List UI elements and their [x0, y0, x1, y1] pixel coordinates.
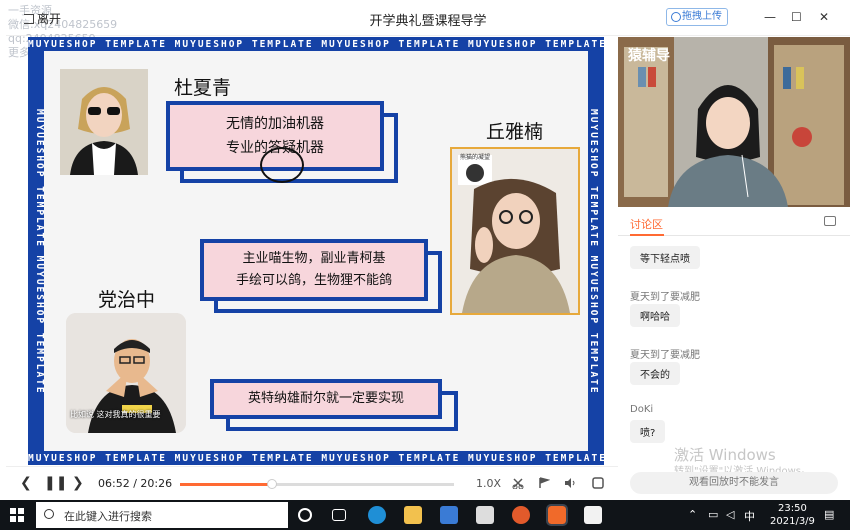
camera-feed: 猿辅导 [618, 37, 850, 207]
progress-track[interactable] [180, 479, 454, 489]
name-person-3: 党治中 [98, 289, 156, 311]
card-3-line-1: 英特纳雄耐尔就一定要实现 [247, 391, 404, 406]
active-app-icon[interactable] [546, 504, 568, 526]
progress-fill [180, 483, 273, 486]
chat-list[interactable]: 等下轻点喷 夏天到了要减肥 啊哈哈 夏天到了要减肥 不会的 DoKi 喷? [618, 236, 850, 464]
upload-label: 拖拽上传 [682, 11, 722, 22]
chat-input[interactable]: 观看回放时不能发言 [630, 472, 838, 494]
slide: MUYUESHOP TEMPLATE MUYUESHOP TEMPLATE MU… [28, 37, 607, 465]
volume-icon[interactable] [564, 477, 576, 489]
chat-settings-icon[interactable] [824, 216, 836, 226]
clock-date: 2021/3/9 [770, 516, 815, 527]
ime-indicator[interactable]: 中 [744, 508, 755, 524]
volume-tray-icon[interactable]: ◁ [726, 508, 734, 521]
maximize-button[interactable]: ☐ [791, 10, 802, 24]
tab-discussion[interactable]: 讨论区 [630, 216, 663, 232]
pause-icon[interactable]: ❚❚ [44, 475, 67, 491]
chat-bubble: 啊哈哈 [630, 304, 680, 327]
band-right-text: MUYUESHOP TEMPLATE MUYUESHOP TEMPLATE [588, 109, 599, 395]
card-2-line-2: 手绘可以鸽，生物狸不能鸽 [235, 273, 392, 288]
search-placeholder: 在此键入进行搜索 [64, 510, 152, 523]
app-icon[interactable] [584, 506, 602, 524]
total-time: 20:26 [140, 477, 173, 490]
previous-icon[interactable]: ❮ [20, 475, 32, 491]
notification-icon[interactable]: ▤ [824, 508, 834, 521]
chat-input-placeholder: 观看回放时不能发言 [689, 477, 779, 488]
chat-username: 夏天到了要减肥 [630, 350, 700, 361]
card-2: 主业喵生物，副业青柯基 手绘可以鸽，生物狸不能鸽 [200, 239, 428, 301]
camera-logo: 猿辅导 [628, 48, 670, 64]
close-button[interactable]: ✕ [819, 10, 829, 24]
windows-start-icon[interactable] [10, 508, 24, 522]
flag-icon[interactable] [538, 477, 550, 489]
app-window: 一手资源 微信:xq2404825659 qq:2404825659 更多课程请… [6, 0, 850, 500]
clock-time: 23:50 [778, 503, 807, 514]
edge-icon[interactable] [368, 506, 386, 524]
chat-bubble: 不会的 [630, 362, 680, 385]
minimize-button[interactable]: — [764, 10, 776, 24]
upload-button[interactable]: 拖拽上传 [666, 8, 728, 26]
slide-content: 杜夏青 无情的加油机器 专业的答疑机器 丘雅楠 熊猫的凝望 主业喵生物，副业青柯… [44, 51, 588, 451]
card-3: 英特纳雄耐尔就一定要实现 [210, 379, 442, 419]
clock[interactable]: 23:50 2021/3/9 [770, 502, 815, 528]
clip-icon[interactable] [512, 477, 524, 489]
card-2-line-1: 主业喵生物，副业青柯基 [242, 251, 386, 266]
time-display: 06:52 / 20:26 [98, 477, 172, 490]
upload-icon [671, 12, 681, 22]
name-person-1: 杜夏青 [174, 77, 232, 99]
card-1-line-1: 无情的加油机器 [226, 116, 324, 132]
photo-person-3: 比如说 这对我真的很重要 [66, 313, 186, 433]
band-bottom-text: MUYUESHOP TEMPLATE MUYUESHOP TEMPLATE MU… [28, 453, 607, 464]
network-icon[interactable]: ▭ [708, 508, 718, 521]
player-controls: ❮ ❚❚ ❯ 06:52 / 20:26 1.0X [6, 466, 618, 500]
time-separator: / [133, 477, 137, 490]
taskbar: 在此键入进行搜索 ⌃ ▭ ◁ 中 23:50 2021/3/9 ▤ [0, 500, 850, 530]
current-time: 06:52 [98, 477, 130, 490]
progress-knob[interactable] [267, 479, 278, 489]
chat-username: DoKi [630, 404, 654, 415]
sticker-caption: 熊猫的凝望 [460, 154, 491, 161]
title-bar: 一手资源 微信:xq2404825659 qq:2404825659 更多课程请… [6, 0, 850, 59]
chat-username: 夏天到了要减肥 [630, 292, 700, 303]
taskbar-search[interactable]: 在此键入进行搜索 [36, 502, 288, 528]
name-person-2: 丘雅楠 [486, 121, 544, 143]
chat-bubble: 等下轻点喷 [630, 246, 700, 269]
video-caption: 比如说 这对我真的很重要 [70, 410, 161, 419]
app-icon[interactable] [512, 506, 530, 524]
photo-person-1 [60, 69, 148, 175]
mail-icon[interactable] [476, 506, 494, 524]
photo-person-2: 熊猫的凝望 [450, 147, 580, 315]
task-view-icon[interactable] [332, 509, 346, 521]
cortana-icon[interactable] [298, 508, 312, 522]
band-top-text: MUYUESHOP TEMPLATE MUYUESHOP TEMPLATE MU… [28, 39, 607, 50]
search-icon [44, 509, 54, 519]
speed-button[interactable]: 1.0X [476, 477, 501, 490]
store-icon[interactable] [440, 506, 458, 524]
annotation-circle [260, 147, 304, 183]
explorer-icon[interactable] [404, 506, 422, 524]
next-icon[interactable]: ❯ [72, 475, 84, 491]
chat-bubble: 喷? [630, 420, 666, 443]
chat-tabs: 讨论区 [618, 208, 850, 236]
screen-icon[interactable] [592, 477, 604, 489]
tray-arrow-icon[interactable]: ⌃ [688, 508, 697, 521]
